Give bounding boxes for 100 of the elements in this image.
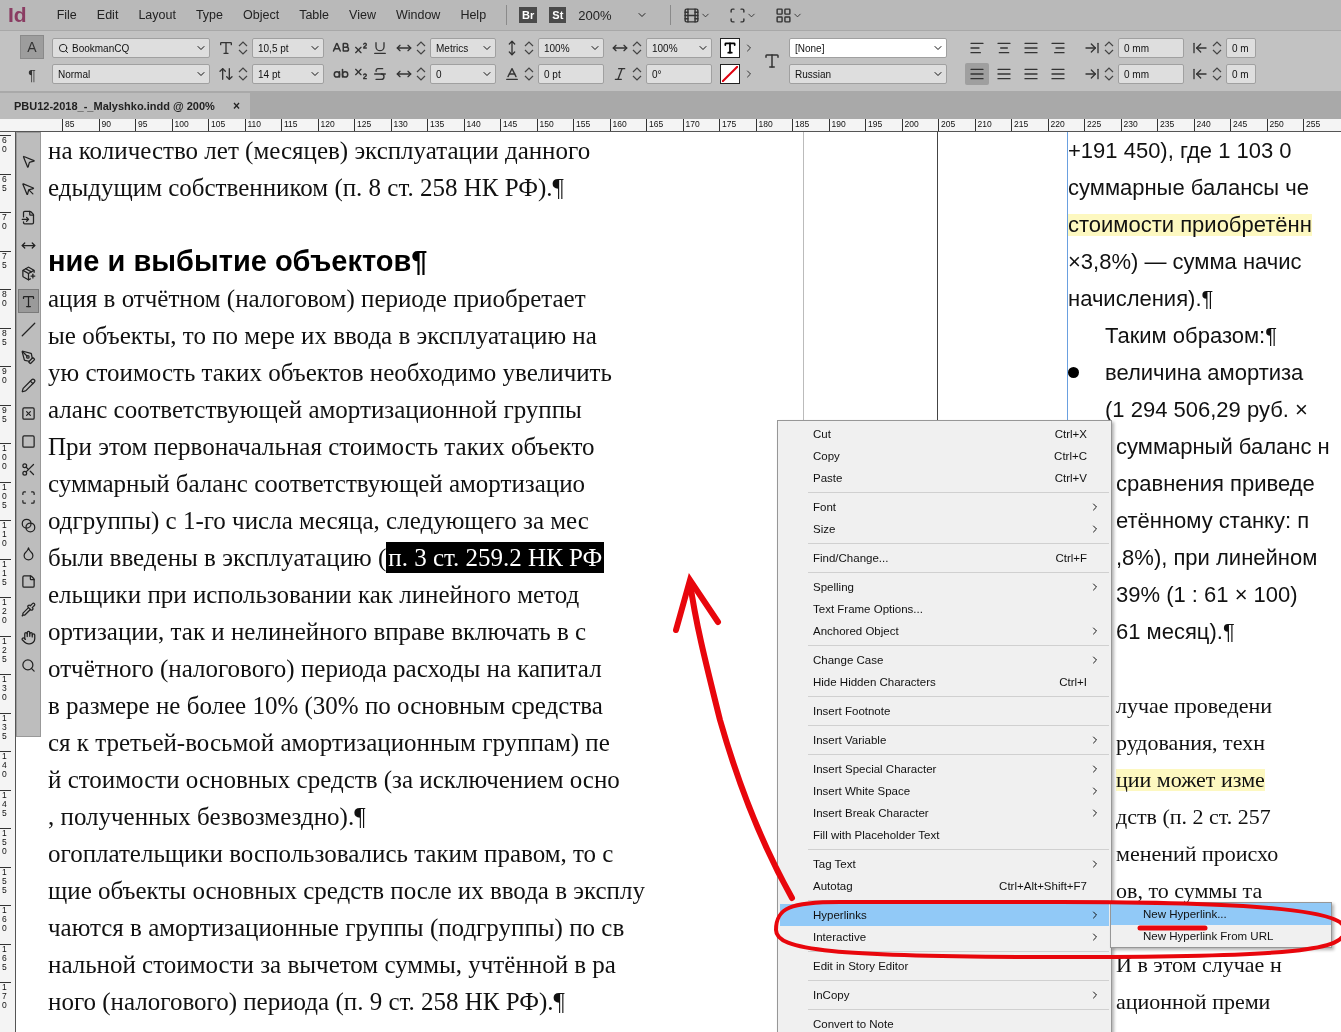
context-menu-item[interactable]: Text Frame Options... [780, 598, 1109, 620]
first-line-indent-field[interactable]: 0 mm [1118, 64, 1184, 84]
context-menu-item[interactable]: Insert Footnote [780, 700, 1109, 722]
language-dropdown[interactable]: Russian [789, 64, 947, 84]
menu-item[interactable]: Layout [130, 6, 184, 24]
first-line-indent-icon[interactable] [1084, 66, 1100, 82]
character-style-dropdown[interactable]: [None] [789, 38, 947, 58]
underline-icon[interactable] [372, 40, 388, 56]
app-badge[interactable]: St [549, 7, 567, 23]
context-menu-item[interactable]: Size [780, 518, 1109, 540]
text-line: огоплательщики воспользовались таким правом, то с [48, 841, 614, 866]
context-menu-item[interactable]: Hide Hidden Characters Ctrl+I [780, 671, 1109, 693]
context-menu-item[interactable]: Insert Special Character [780, 758, 1109, 780]
document-tab[interactable]: PBU12-2018_-_Malyshko.indd @ 200% × [0, 93, 250, 119]
subscript-icon[interactable] [353, 66, 369, 82]
context-menu-item[interactable]: Interactive [780, 926, 1109, 948]
context-menu-item[interactable]: Spelling [780, 576, 1109, 598]
menu-item[interactable]: Type [187, 6, 231, 24]
ruler-number: 105 [208, 119, 245, 131]
frame-view-icon[interactable] [729, 6, 758, 24]
font-family-dropdown[interactable]: BookmanCQ [52, 38, 210, 58]
context-menu-item[interactable]: Anchored Object [780, 620, 1109, 642]
layout-grid-icon[interactable] [775, 6, 804, 24]
context-menu-item[interactable]: Fill with Placeholder Text [780, 824, 1109, 846]
context-menu-item[interactable]: Hyperlinks [780, 904, 1109, 926]
ruler-number: 230 [1120, 119, 1157, 131]
strikethrough-icon[interactable] [372, 66, 388, 82]
font-size-icon[interactable] [218, 40, 234, 56]
superscript-icon[interactable] [353, 40, 369, 56]
context-menu-item[interactable]: Insert Variable [780, 729, 1109, 751]
justify-button[interactable] [965, 63, 989, 85]
context-menu-item[interactable]: InCopy [780, 984, 1109, 1006]
leading-field[interactable]: 14 pt [252, 64, 324, 84]
context-menu-item[interactable]: Copy Ctrl+C [780, 445, 1109, 467]
shortcut-label: Ctrl+X [1054, 428, 1087, 440]
text-line: едыдущим собственником (п. 8 ст. 258 НК РФ).¶ [48, 175, 564, 200]
right-indent-field[interactable]: 0 m [1226, 38, 1256, 58]
menu-item[interactable]: Window [387, 6, 449, 24]
text-line: начисления).¶ [1068, 287, 1214, 310]
tracking-dropdown[interactable]: 0 [430, 64, 496, 84]
skew-icon[interactable] [612, 66, 628, 82]
menu-item[interactable]: Table [291, 6, 338, 24]
context-menu-item[interactable]: Insert White Space [780, 780, 1109, 802]
menu-item[interactable]: Edit [88, 6, 127, 24]
context-menu-item[interactable]: Convert to Note [780, 1013, 1109, 1032]
context-menu-item[interactable]: Insert Break Character [780, 802, 1109, 824]
text-line: ,8%), при линейном [1116, 546, 1318, 569]
right-indent-icon[interactable] [1192, 40, 1208, 56]
fill-swatch-icon[interactable] [720, 38, 740, 58]
context-menu-item[interactable]: Font [780, 496, 1109, 518]
align-icon [969, 40, 985, 56]
mode-toggle[interactable]: ¶ [20, 63, 44, 87]
ruler-number: 185 [792, 119, 829, 131]
mode-toggle[interactable]: A [20, 35, 44, 59]
menu-item[interactable]: File [48, 6, 85, 24]
vertical-scale-dropdown[interactable]: 100% [538, 38, 604, 58]
type-tool-icon[interactable] [18, 289, 39, 313]
close-button[interactable]: × [232, 99, 240, 113]
context-menu-item[interactable]: Find/Change... Ctrl+F [780, 547, 1109, 569]
text-line: были введены в эксплуатацию ( [48, 545, 387, 570]
text-line: нальной стоимости за вычетом суммы, учтённой в ра [48, 952, 616, 977]
font-size-field[interactable]: 10,5 pt [252, 38, 324, 58]
ruler-number: 140 [0, 751, 11, 790]
context-menu-item[interactable]: Edit in Story Editor [780, 955, 1109, 977]
justify-icon [1050, 66, 1066, 82]
text-line: ация в отчётном (налоговом) периоде приобретает [48, 286, 586, 311]
menu-item[interactable]: Help [452, 6, 495, 24]
kerning-dropdown[interactable]: Metrics [430, 38, 496, 58]
text-line: ые объекты, то по мере их ввода в эксплуатацию на [48, 323, 597, 348]
menu-item[interactable]: View [341, 6, 384, 24]
baseline-shift-icon[interactable] [504, 66, 520, 82]
font-style-dropdown[interactable]: Normal [52, 64, 210, 84]
zoom-dropdown[interactable]: 200% [578, 7, 649, 23]
context-menu-item[interactable]: Autotag Ctrl+Alt+Shift+F7 [780, 875, 1109, 897]
submenu-item[interactable]: New Hyperlink From URL [1111, 925, 1331, 947]
left-indent-icon[interactable] [1084, 40, 1100, 56]
skew-field[interactable]: 0° [646, 64, 712, 84]
context-menu-item[interactable]: Tag Text [780, 853, 1109, 875]
stroke-swatch-icon[interactable] [720, 64, 740, 84]
context-menu-item[interactable]: Cut Ctrl+X [780, 423, 1109, 445]
last-line-indent-field[interactable]: 0 m [1226, 64, 1256, 84]
text-line: Таким образом:¶ [1105, 324, 1278, 347]
leading-icon[interactable] [218, 66, 234, 82]
ruler-number: 160 [609, 119, 646, 131]
app-badge[interactable]: Br [519, 7, 538, 23]
last-line-indent-icon[interactable] [1192, 66, 1208, 82]
context-menu-item[interactable]: Paste Ctrl+V [780, 467, 1109, 489]
left-indent-field[interactable]: 0 mm [1118, 38, 1184, 58]
ruler-number: 115 [0, 558, 11, 597]
baseline-shift-field[interactable]: 0 pt [538, 64, 604, 84]
screen-mode-icon[interactable] [683, 6, 712, 24]
ruler-number: 200 [901, 119, 938, 131]
menu-item[interactable]: Object [235, 6, 288, 24]
text-line: менений происхо [1116, 842, 1279, 865]
context-menu-item[interactable]: Change Case [780, 649, 1109, 671]
character-style-icon[interactable] [763, 52, 781, 70]
shortcut-label: Ctrl+F [1055, 552, 1087, 564]
justify-icon [969, 66, 985, 82]
text-line: ×3,8%) — сумма начис [1068, 250, 1302, 273]
horizontal-scale-dropdown[interactable]: 100% [646, 38, 712, 58]
